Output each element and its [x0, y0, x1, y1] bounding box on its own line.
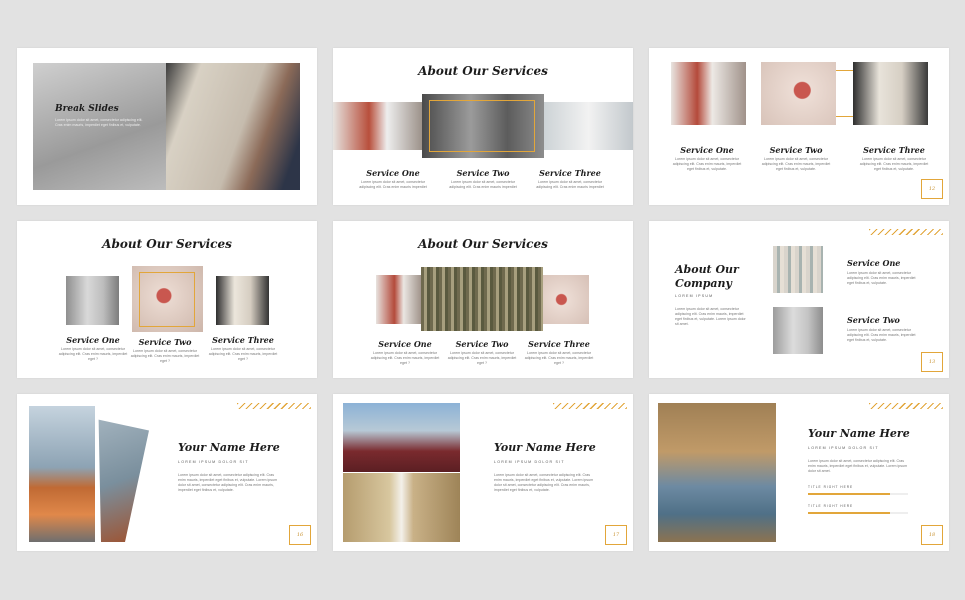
service-description: Lorem ipsum dolor sit amet, consectetur … [208, 347, 278, 361]
photo-white-dresses [216, 276, 269, 325]
profile-name: Your Name Here [808, 427, 910, 440]
service-description: Lorem ipsum dolor sit amet, consectetur … [761, 157, 831, 171]
slide-description: Lorem ipsum dolor sit amet, consectetur … [55, 118, 143, 127]
service-description: Lorem ipsum dolor sit amet, consectetur … [847, 328, 916, 342]
service-description: Lorem ipsum dolor sit amet, consectetur … [536, 180, 604, 189]
slide-profile-portrait-bars[interactable]: Your Name Here LOREM IPSUM DOLOR SIT Lor… [649, 394, 949, 551]
skill-bar-label: TITLE RIGHT HERE [808, 485, 854, 489]
photo-patterned-skirt [421, 267, 543, 331]
service-description: Lorem ipsum dolor sit amet, consectetur … [370, 351, 440, 365]
photo-accessories-flatlay [761, 62, 836, 125]
page-number: 13 [921, 352, 943, 372]
photo-woman-floral-dress [658, 403, 776, 542]
service-title: Service Three [863, 145, 925, 155]
service-description: Lorem ipsum dolor sit amet, consectetur … [449, 180, 517, 189]
profile-description: Lorem ipsum dolor sit amet, consectetur … [494, 473, 594, 492]
accent-line [836, 70, 853, 71]
service-title: Service One [366, 168, 420, 178]
profile-description: Lorem ipsum dolor sit amet, consectetur … [178, 473, 278, 492]
accent-line [836, 116, 853, 117]
company-description: Lorem ipsum dolor sit amet, consectetur … [675, 307, 746, 326]
zigzag-accent [869, 403, 943, 409]
service-title: Service Three [212, 335, 274, 345]
profile-subtitle: LOREM IPSUM DOLOR SIT [808, 446, 879, 450]
profile-name: Your Name Here [494, 441, 596, 454]
photo-embroidered-blouse [166, 63, 300, 190]
service-description: Lorem ipsum dolor sit amet, consectetur … [447, 351, 517, 365]
profile-subtitle: LOREM IPSUM DOLOR SIT [178, 460, 249, 464]
service-title: Service One [847, 258, 901, 268]
service-description: Lorem ipsum dolor sit amet, consectetur … [859, 157, 929, 171]
service-description: Lorem ipsum dolor sit amet, consectetur … [847, 271, 916, 285]
service-description: Lorem ipsum dolor sit amet, consectetur … [672, 157, 742, 171]
zigzag-accent [553, 403, 627, 409]
service-title: Service Two [769, 145, 823, 155]
service-title: Service Three [528, 339, 590, 349]
service-description: Lorem ipsum dolor sit amet, consectetur … [524, 351, 594, 365]
slide-profile-orange-dress[interactable]: Your Name Here LOREM IPSUM DOLOR SIT Lor… [17, 394, 317, 551]
slide-about-services-strip[interactable]: About Our Services Service One Lorem ips… [333, 48, 633, 205]
accent-frame [429, 100, 535, 152]
profile-subtitle: LOREM IPSUM DOLOR SIT [494, 460, 565, 464]
zigzag-accent [869, 229, 943, 235]
profile-description: Lorem ipsum dolor sit amet, consectetur … [808, 459, 908, 473]
photo-mannequins [333, 102, 423, 150]
photo-woman-sunglasses [343, 403, 460, 472]
photo-woman-field [343, 473, 460, 542]
photo-mannequins-gray [66, 276, 119, 325]
slide-about-services-cards[interactable]: About Our Services Service One Lorem ips… [17, 221, 317, 378]
page-number: 12 [921, 179, 943, 199]
service-title: Service One [378, 339, 432, 349]
service-title: Service Three [539, 168, 601, 178]
service-title: Service Two [138, 337, 192, 347]
photo-mannequins [671, 62, 746, 125]
service-title: Service Two [847, 315, 900, 325]
slide-profile-two-photos[interactable]: Your Name Here LOREM IPSUM DOLOR SIT Lor… [333, 394, 633, 551]
page-number: 17 [605, 525, 627, 545]
profile-name: Your Name Here [178, 441, 280, 454]
zigzag-accent [237, 403, 311, 409]
slide-about-company[interactable]: About Our Company LOREM IPSUM Lorem ipsu… [649, 221, 949, 378]
photo-mannequins [376, 275, 422, 324]
slide-break-slides[interactable]: Break Slides Lorem ipsum dolor sit amet,… [17, 48, 317, 205]
service-title: Service One [66, 335, 120, 345]
service-description: Lorem ipsum dolor sit amet, consectetur … [58, 347, 128, 361]
photo-accessories-flatlay [543, 275, 589, 324]
slide-title: About Our Services [418, 237, 548, 251]
company-title-line2: Company [675, 277, 732, 290]
photo-mannequins-gray [773, 307, 823, 354]
service-title: Service Two [456, 168, 510, 178]
company-subtitle: LOREM IPSUM [675, 294, 714, 298]
slide-title: About Our Services [102, 237, 232, 251]
photo-clothes-rack [773, 246, 823, 293]
accent-frame [139, 272, 195, 327]
service-title: Service One [680, 145, 734, 155]
skill-bar-fill [808, 493, 890, 495]
slide-about-services-wide[interactable]: About Our Services Service One Lorem ips… [333, 221, 633, 378]
slide-services-photos[interactable]: Service One Lorem ipsum dolor sit amet, … [649, 48, 949, 205]
skill-bar [808, 512, 908, 514]
skill-bar-label: TITLE RIGHT HERE [808, 504, 854, 508]
page-number: 18 [921, 525, 943, 545]
company-title-line1: About Our [675, 263, 739, 276]
skill-bar-fill [808, 512, 890, 514]
photo-white-clothes [544, 102, 633, 150]
service-title: Service Two [455, 339, 509, 349]
page-number: 16 [289, 525, 311, 545]
photo-white-dresses [853, 62, 928, 125]
slide-title: About Our Services [418, 64, 548, 78]
service-description: Lorem ipsum dolor sit amet, consectetur … [359, 180, 427, 189]
slide-title: Break Slides [55, 104, 119, 114]
service-description: Lorem ipsum dolor sit amet, consectetur … [130, 349, 200, 363]
skill-bar [808, 493, 908, 495]
